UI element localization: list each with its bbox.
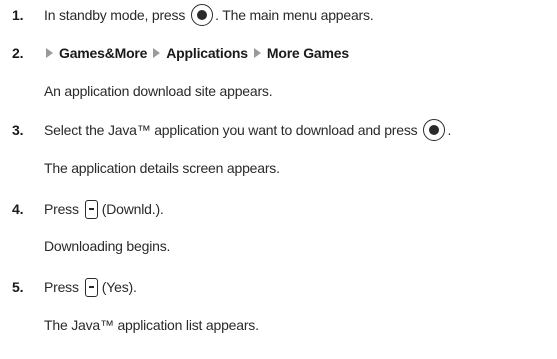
- menu-arrow-icon: [153, 48, 161, 58]
- menu-item-more-games: More Games: [266, 45, 349, 61]
- step-2: 2. Games&More Applications More Games: [0, 40, 349, 66]
- menu-path: Games&More Applications More Games: [44, 45, 349, 61]
- step-note: The Java™ application list appears.: [44, 317, 259, 333]
- step-3: 3. Select the Java™ application you want…: [0, 117, 451, 143]
- menu-arrow-icon: [46, 48, 53, 58]
- step-text: Press: [44, 201, 79, 217]
- step-5-note: The Java™ application list appears.: [44, 312, 259, 338]
- center-select-key-icon: [191, 4, 214, 26]
- step-text: Press: [44, 279, 79, 295]
- step-2-note: An application download site appears.: [44, 78, 273, 104]
- menu-arrow-icon: [253, 48, 261, 58]
- step-text: In standby mode, press: [44, 7, 186, 23]
- step-text-after: . The main menu appears.: [215, 7, 374, 23]
- left-soft-key-icon: [84, 277, 98, 297]
- step-1: 1. In standby mode, press . The main men…: [0, 2, 374, 28]
- step-5: 5. Press (Yes).: [0, 274, 137, 300]
- step-text-after: (Downld.).: [101, 201, 164, 217]
- step-note: Downloading begins.: [44, 238, 171, 254]
- left-soft-key-icon: [84, 199, 98, 219]
- step-text: Select the Java™ application you want to…: [44, 122, 418, 138]
- step-number: 2.: [12, 45, 24, 61]
- step-note: The application details screen appears.: [44, 160, 280, 176]
- step-4-note: Downloading begins.: [44, 233, 170, 259]
- step-number: 1.: [12, 7, 24, 23]
- step-3-note: The application details screen appears.: [44, 155, 280, 181]
- step-number: 5.: [12, 279, 24, 295]
- menu-item-applications: Applications: [166, 45, 248, 61]
- step-number: 4.: [12, 201, 24, 217]
- step-text-after: (Yes).: [101, 279, 137, 295]
- step-text-after: .: [447, 122, 452, 138]
- step-number: 3.: [12, 122, 24, 138]
- instruction-page: 1. In standby mode, press . The main men…: [0, 0, 557, 359]
- step-4: 4. Press (Downld.).: [0, 196, 164, 222]
- menu-item-games-more: Games&More: [59, 45, 148, 61]
- step-note: An application download site appears.: [44, 83, 273, 99]
- center-select-key-icon: [423, 119, 446, 141]
